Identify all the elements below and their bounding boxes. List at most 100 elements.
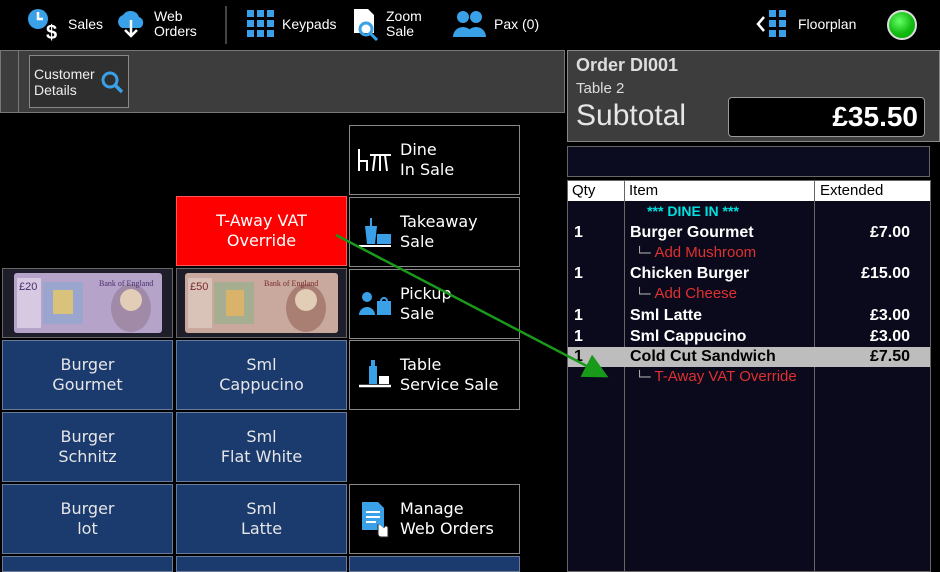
web-orders-button[interactable]: Web Orders — [114, 4, 197, 44]
line-modifier: └─ Add Cheese — [636, 285, 737, 302]
banknote-50-icon: £50 Bank of England — [185, 273, 338, 333]
line-modifier: └─ T-Away VAT Override — [636, 368, 797, 385]
line-item: Cold Cut Sandwich — [630, 348, 776, 365]
takeaway-sale-label: Takeaway Sale — [400, 212, 478, 251]
svg-text:Bank of England: Bank of England — [99, 279, 153, 288]
line-price: £3.00 — [869, 328, 910, 345]
dine-in-icon — [358, 149, 391, 172]
order-header: Order DI001 Table 2 Subtotal £35.50 — [567, 50, 940, 142]
toolbar-divider — [225, 6, 227, 44]
column-extended: Extended — [820, 182, 884, 199]
order-line[interactable]: 1 Burger Gourmet £7.00 — [568, 223, 930, 243]
twenty-pound-note-button[interactable]: £20 Bank of England — [2, 268, 173, 338]
menu-item-burger-gourmet[interactable]: Burger Gourmet — [2, 340, 173, 410]
sales-icon: $ — [28, 9, 57, 41]
menu-item-partial[interactable] — [2, 556, 173, 572]
manage-web-orders-button[interactable]: Manage Web Orders — [349, 484, 520, 554]
empty-tile-area — [0, 196, 174, 266]
line-qty: 1 — [574, 348, 583, 365]
manage-web-orders-icon — [362, 502, 389, 538]
menu-item-burger-lot[interactable]: Burger lot — [2, 484, 173, 554]
menu-item-partial[interactable] — [176, 556, 347, 572]
order-lines-table[interactable]: Qty Item Extended *** DINE IN *** 1 Burg… — [567, 180, 931, 572]
pax-button[interactable]: Pax (0) — [452, 4, 539, 44]
line-qty: 1 — [574, 307, 583, 324]
search-icon — [101, 71, 123, 93]
table-header: Qty Item Extended — [568, 181, 930, 201]
sales-label: Sales — [68, 15, 104, 32]
connection-status-indicator — [887, 10, 917, 40]
line-price: £7.50 — [869, 348, 910, 365]
order-title: Order DI001 — [576, 55, 679, 75]
customer-strip: Customer Details — [0, 50, 565, 113]
section-header-dine-in: *** DINE IN *** — [647, 203, 739, 219]
tree-connector: └─ — [636, 287, 651, 301]
line-item: Chicken Burger — [630, 265, 750, 282]
order-line[interactable]: 1 Sml Cappucino £3.00 — [568, 327, 930, 347]
fifty-pound-note-button[interactable]: £50 Bank of England — [176, 268, 347, 338]
order-line-selected[interactable]: 1 Cold Cut Sandwich £7.50 — [568, 347, 930, 367]
line-price: £7.00 — [869, 224, 910, 241]
dine-in-sale-label: Dine In Sale — [400, 140, 455, 179]
modifier-text: Add Cheese — [654, 285, 738, 302]
order-line[interactable]: 1 Chicken Burger £15.00 — [568, 264, 930, 284]
pickup-icon — [359, 292, 391, 315]
svg-text:£50: £50 — [190, 281, 208, 293]
customer-details-label: Customer Details — [34, 65, 95, 98]
line-item: Sml Cappucino — [630, 328, 747, 345]
pax-label: Pax (0) — [494, 15, 540, 32]
svg-text:£20: £20 — [19, 281, 37, 293]
line-modifier: └─ Add Mushroom — [636, 244, 756, 261]
line-item: Burger Gourmet — [630, 224, 754, 241]
column-item: Item — [629, 182, 659, 199]
pickup-sale-button[interactable]: Pickup Sale — [349, 269, 520, 339]
table-service-sale-label: Table Service Sale — [400, 355, 499, 394]
takeaway-sale-button[interactable]: Takeaway Sale — [349, 197, 520, 267]
tree-connector: └─ — [636, 246, 651, 260]
strip-stub — [1, 51, 19, 112]
line-price: £15.00 — [861, 265, 910, 282]
zoom-sale-label: Zoom Sale — [386, 8, 422, 39]
column-qty: Qty — [572, 182, 596, 199]
t-away-vat-override-button[interactable]: T-Away VAT Override — [176, 196, 347, 266]
floorplan-button[interactable]: Floorplan — [756, 4, 856, 44]
line-qty: 1 — [574, 265, 583, 282]
keypads-label: Keypads — [282, 15, 337, 32]
line-qty: 1 — [574, 224, 583, 241]
keypad-grid-icon — [247, 10, 274, 37]
web-orders-label: Web Orders — [154, 8, 197, 39]
menu-item-sml-flat-white[interactable]: Sml Flat White — [176, 412, 347, 482]
dine-in-sale-button[interactable]: Dine In Sale — [349, 125, 520, 195]
zoom-document-icon — [354, 9, 379, 41]
order-line[interactable]: 1 Sml Latte £3.00 — [568, 306, 930, 326]
menu-item-sml-cappucino[interactable]: Sml Cappucino — [176, 340, 347, 410]
floorplan-label: Floorplan — [798, 15, 857, 32]
people-icon — [453, 11, 486, 37]
menu-item-partial[interactable] — [349, 556, 520, 572]
line-qty: 1 — [574, 328, 583, 345]
cloud-download-icon — [118, 10, 144, 38]
svg-text:Bank of England: Bank of England — [264, 279, 318, 288]
line-price: £3.00 — [869, 307, 910, 324]
line-item: Sml Latte — [630, 307, 703, 324]
customer-details-button[interactable]: Customer Details — [29, 55, 129, 108]
svg-text:$: $ — [46, 22, 57, 41]
subtotal-label: Subtotal — [576, 99, 687, 132]
zoom-sale-button[interactable]: Zoom Sale — [352, 4, 422, 44]
order-info-bar — [567, 146, 930, 177]
floorplan-icon — [756, 10, 786, 37]
top-toolbar: $ Sales Web Orders Keypads Zoom Sale Pax… — [0, 0, 940, 48]
table-service-sale-button[interactable]: Table Service Sale — [349, 340, 520, 410]
manage-web-orders-label: Manage Web Orders — [400, 499, 494, 538]
modifier-text: T-Away VAT Override — [654, 368, 797, 385]
pickup-sale-label: Pickup Sale — [400, 284, 452, 323]
keypads-button[interactable]: Keypads — [246, 4, 336, 44]
subtotal-value: £35.50 — [728, 97, 925, 137]
table-service-icon — [359, 360, 391, 388]
takeaway-icon — [359, 218, 391, 247]
menu-item-sml-latte[interactable]: Sml Latte — [176, 484, 347, 554]
sales-button[interactable]: $ Sales — [26, 4, 103, 44]
banknote-20-icon: £20 Bank of England — [13, 273, 162, 333]
menu-item-burger-schnitz[interactable]: Burger Schnitz — [2, 412, 173, 482]
tree-connector: └─ — [636, 370, 651, 384]
